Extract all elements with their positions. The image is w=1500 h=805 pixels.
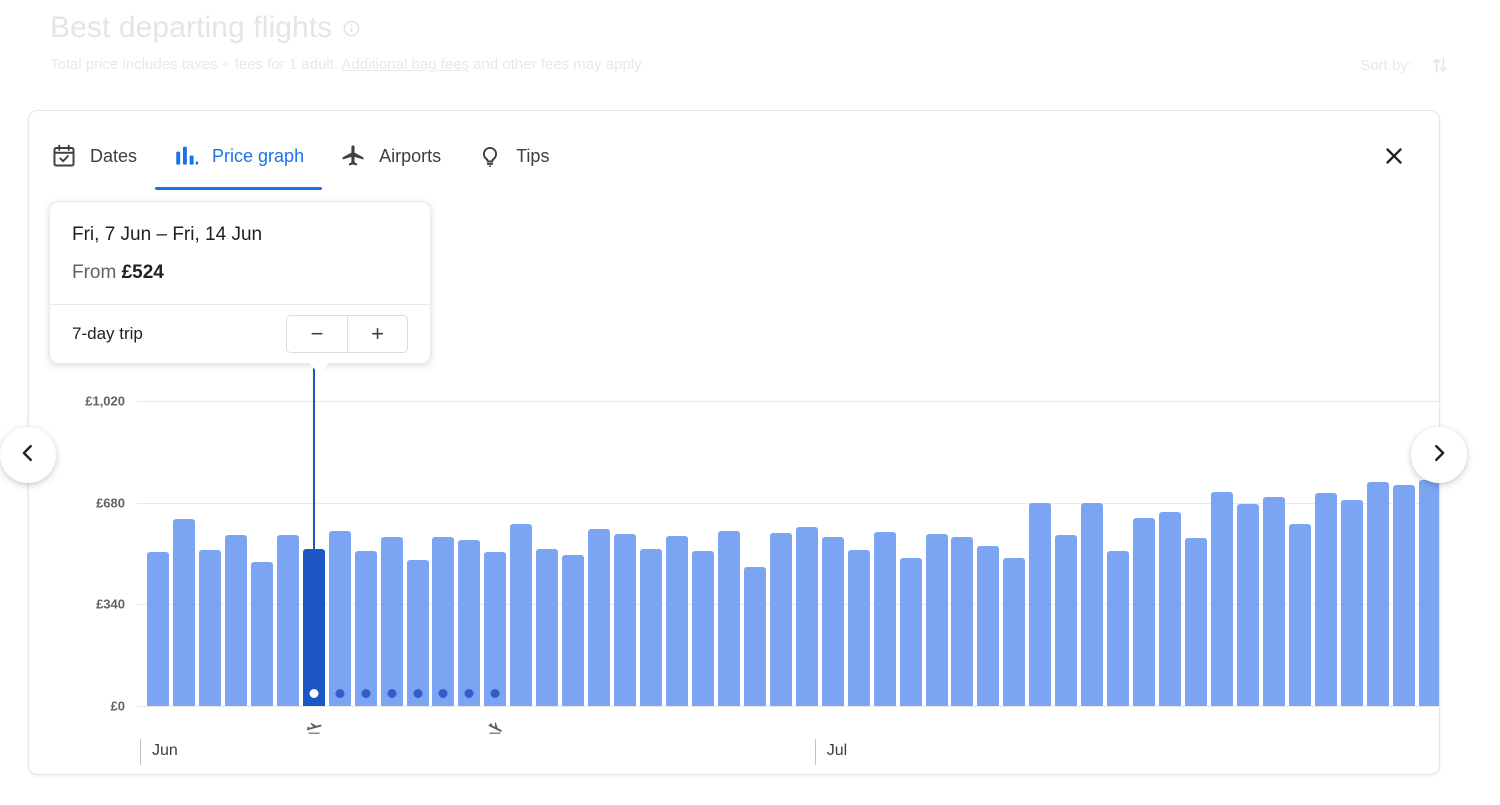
price-bar[interactable] (951, 537, 974, 706)
page-subtitle: Total price includes taxes + fees for 1 … (50, 55, 1450, 75)
price-bar[interactable] (406, 560, 429, 706)
price-bar[interactable] (1366, 482, 1389, 706)
price-bar[interactable] (925, 533, 948, 706)
price-bar[interactable] (717, 530, 740, 706)
trip-span-dot (413, 689, 422, 698)
price-bar[interactable] (1340, 499, 1363, 706)
trip-span-dot (309, 689, 319, 698)
price-bar[interactable] (666, 536, 688, 706)
trip-length-stepper: − + (286, 315, 408, 353)
price-bar[interactable] (380, 537, 403, 706)
price-bar[interactable] (510, 524, 533, 706)
price-bar[interactable] (1262, 497, 1285, 706)
selected-bar-stem (312, 356, 315, 550)
price-bar[interactable] (1236, 504, 1259, 706)
price-bar[interactable] (1185, 538, 1207, 706)
chevron-left-icon (17, 442, 39, 469)
trip-span-dot (438, 689, 448, 698)
price-bar[interactable] (1314, 492, 1337, 706)
y-axis-label: £340 (96, 596, 125, 612)
tooltip-date-range: Fri, 7 Jun – Fri, 14 Jun (72, 224, 263, 245)
price-bar[interactable] (588, 528, 611, 706)
previous-dates-button[interactable] (0, 427, 56, 483)
page-title: Best departing flights (50, 8, 1450, 48)
price-bar[interactable] (224, 534, 247, 706)
plus-icon[interactable]: + (347, 316, 407, 352)
y-axis-label: £0 (110, 698, 125, 714)
price-bar[interactable] (691, 550, 714, 706)
tooltip-from-label: From (72, 262, 117, 283)
price-bar[interactable] (198, 550, 221, 706)
trip-span-dot (464, 689, 474, 698)
month-tick (140, 739, 141, 765)
sort-arrows-icon[interactable] (1430, 54, 1450, 76)
price-graph-panel: Dates Price graph Airports Tips Fri, 7 J… (28, 110, 1440, 775)
minus-icon[interactable]: − (287, 316, 347, 352)
price-bar[interactable] (147, 551, 169, 706)
page-title-text: Best departing flights (50, 11, 333, 44)
subtitle-post: and other fees may apply. (469, 56, 645, 73)
price-bar[interactable] (458, 540, 481, 706)
price-tooltip-card: Fri, 7 Jun – Fri, 14 Jun From £524 7-day… (49, 201, 431, 374)
additional-bag-fees-link[interactable]: Additional bag fees (341, 56, 469, 73)
price-bar[interactable] (614, 533, 637, 706)
trip-length-label: 7-day trip (72, 324, 143, 343)
price-bar[interactable] (484, 551, 507, 706)
price-bar[interactable] (1107, 550, 1130, 706)
trip-length-row: 7-day trip − + (50, 305, 430, 363)
trip-span-dot (490, 689, 500, 698)
price-bar[interactable] (1003, 558, 1026, 706)
price-bar[interactable] (769, 532, 792, 706)
price-bar[interactable] (302, 549, 325, 706)
price-bar[interactable] (640, 549, 663, 706)
price-bar[interactable] (899, 558, 922, 706)
month-label: Jul (826, 742, 848, 759)
next-dates-button[interactable] (1411, 427, 1467, 483)
flight-takeoff-icon (302, 719, 326, 741)
price-bar[interactable] (1133, 518, 1156, 706)
price-bar[interactable] (562, 554, 585, 706)
page-header: Best departing flights Total price inclu… (50, 8, 1450, 75)
tooltip-summary: Fri, 7 Jun – Fri, 14 Jun From £524 (50, 202, 430, 304)
price-bar[interactable] (977, 546, 1000, 706)
trip-span-dot (387, 689, 397, 698)
tooltip-price-row: From £524 (72, 260, 408, 286)
price-bar[interactable] (1029, 502, 1052, 706)
chart-gridline (137, 706, 1439, 707)
chart-gridline (137, 401, 1439, 402)
trip-span-dot (335, 689, 345, 698)
price-bar[interactable] (172, 519, 195, 706)
price-bar[interactable] (250, 561, 273, 706)
price-bar[interactable] (354, 551, 377, 706)
price-bar[interactable] (1055, 534, 1078, 706)
price-bar[interactable] (1159, 511, 1182, 706)
chevron-right-icon (1428, 442, 1450, 469)
y-axis-label: £1,020 (85, 393, 125, 409)
price-bar[interactable] (821, 536, 844, 706)
price-bar[interactable] (743, 566, 766, 706)
price-bar[interactable] (1210, 491, 1233, 706)
price-bar[interactable] (536, 549, 559, 706)
flight-land-icon (483, 719, 507, 741)
trip-span-dot (361, 689, 371, 698)
sort-by-label: Sort by: (1360, 56, 1412, 74)
sort-by-control[interactable]: Sort by: (1360, 54, 1450, 76)
price-bar[interactable] (1392, 485, 1415, 706)
price-bar[interactable] (873, 532, 896, 706)
price-bar[interactable] (847, 549, 870, 706)
y-axis-label: £680 (96, 495, 125, 511)
price-bar[interactable] (276, 534, 299, 706)
price-bar[interactable] (328, 530, 351, 706)
price-bar[interactable] (1081, 503, 1104, 706)
month-tick (814, 739, 816, 765)
price-bar[interactable] (1288, 524, 1311, 706)
price-graph-screen: Best departing flights Total price inclu… (0, 0, 1500, 805)
month-label: Jun (152, 742, 178, 759)
price-bar[interactable] (432, 537, 455, 706)
price-bar[interactable] (795, 526, 818, 706)
tooltip-price: £524 (121, 262, 164, 283)
subtitle-pre: Total price includes taxes + fees for 1 … (50, 56, 342, 73)
info-circle-icon[interactable] (342, 19, 361, 38)
price-bar[interactable] (1418, 479, 1439, 706)
